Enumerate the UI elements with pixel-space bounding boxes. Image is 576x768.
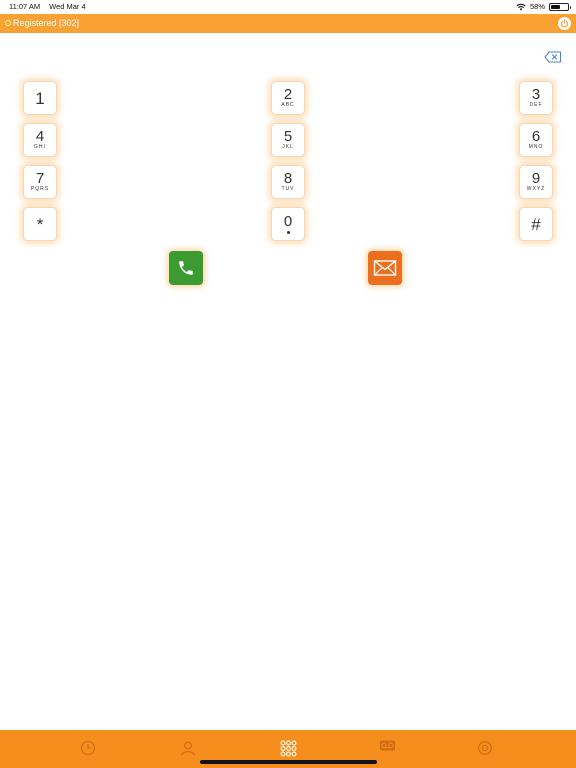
dial-key-letters: TUV (281, 185, 295, 192)
backspace-icon (544, 51, 562, 63)
dial-key-digit: 7 (35, 169, 45, 187)
dial-key-letters: JKL (282, 143, 294, 150)
recents-clock-icon (80, 740, 96, 756)
dial-key-digit: 0 (283, 212, 293, 230)
message-button[interactable] (368, 251, 402, 285)
status-bar: 11:07 AM Wed Mar 4 58% (0, 0, 576, 14)
status-time: 11:07 AM (9, 2, 41, 11)
dial-key-digit: 2 (283, 85, 293, 103)
settings-icon (478, 741, 492, 755)
dial-key-letters: PQRS (30, 185, 50, 192)
dial-key-star[interactable]: * (23, 207, 57, 241)
battery-icon (549, 2, 571, 11)
keypad-grid-icon (280, 740, 296, 756)
tab-voicemail[interactable] (378, 737, 396, 755)
power-button[interactable] (558, 17, 571, 30)
dial-key-dot (286, 230, 290, 234)
dial-key-digit: 9 (531, 169, 541, 187)
tab-keypad[interactable] (279, 739, 297, 757)
dial-key-2[interactable]: 2 ABC (271, 81, 305, 115)
dial-key-5[interactable]: 5 JKL (271, 123, 305, 157)
dial-key-digit: 1 (35, 88, 45, 108)
dial-key-letters: GHI (34, 143, 46, 150)
envelope-icon (373, 260, 397, 276)
battery-percent: 58% (529, 2, 545, 11)
dial-key-9[interactable]: 9 WXYZ (519, 165, 553, 199)
dial-key-digit: # (531, 214, 541, 234)
power-icon (560, 19, 569, 28)
contacts-person-icon (181, 741, 195, 756)
dial-key-letters: DEF (529, 101, 543, 108)
dial-key-digit: 6 (531, 127, 541, 145)
tab-settings[interactable] (476, 739, 494, 757)
call-button[interactable] (169, 251, 203, 285)
wifi-icon (516, 3, 526, 10)
delete-button[interactable] (544, 50, 562, 63)
registration-status-label: Registered [302] (13, 18, 80, 28)
home-indicator (200, 760, 377, 764)
voicemail-icon (379, 740, 395, 751)
dial-key-digit: 8 (283, 169, 293, 187)
dial-key-digit: 4 (35, 127, 45, 145)
dial-key-4[interactable]: 4 GHI (23, 123, 57, 157)
app-header: Registered [302] (0, 14, 576, 33)
tab-recents[interactable] (79, 739, 97, 757)
status-right: 58% (516, 2, 571, 11)
dial-key-0[interactable]: 0 (271, 207, 305, 241)
dial-key-digit: 5 (283, 127, 293, 145)
dial-key-8[interactable]: 8 TUV (271, 165, 305, 199)
dial-key-7[interactable]: 7 PQRS (23, 165, 57, 199)
status-left: 11:07 AM Wed Mar 4 (9, 2, 86, 11)
status-date: Wed Mar 4 (49, 2, 86, 11)
tab-contacts[interactable] (179, 739, 197, 757)
dial-key-letters: ABC (281, 101, 295, 108)
dial-key-hash[interactable]: # (519, 207, 553, 241)
dial-key-3[interactable]: 3 DEF (519, 81, 553, 115)
dial-key-letters: WXYZ (526, 185, 546, 192)
battery-level (551, 4, 561, 9)
dial-key-letters: MNO (528, 143, 544, 150)
dial-key-digit: * (36, 214, 44, 234)
registration-status-icon (5, 20, 11, 26)
dial-key-digit: 3 (531, 85, 541, 103)
phone-icon (179, 261, 193, 275)
dial-key-6[interactable]: 6 MNO (519, 123, 553, 157)
dial-key-1[interactable]: 1 (23, 81, 57, 115)
